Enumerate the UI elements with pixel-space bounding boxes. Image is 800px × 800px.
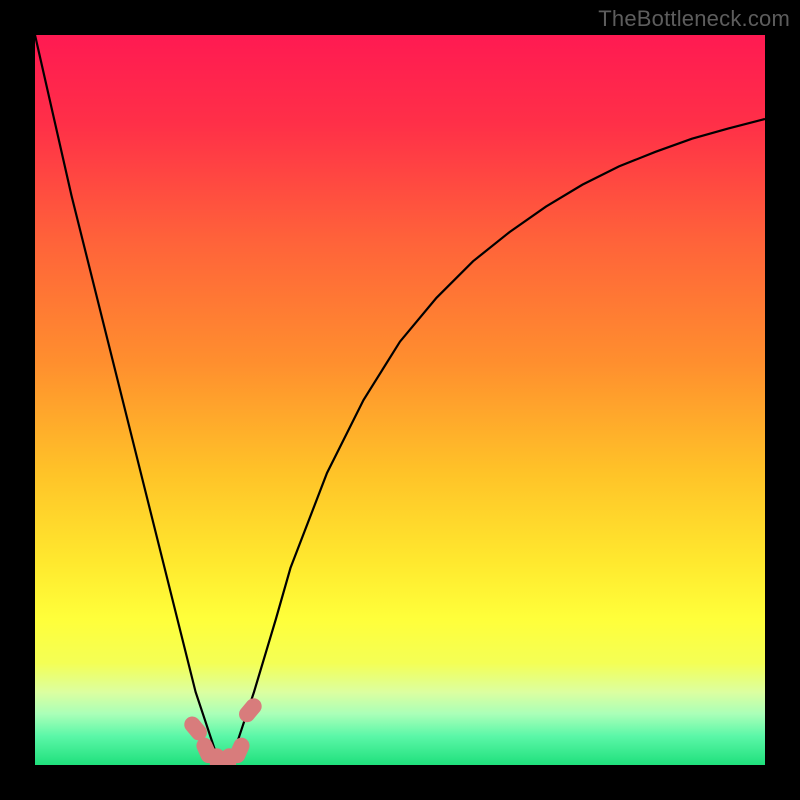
bottleneck-chart <box>35 35 765 765</box>
gradient-background <box>35 35 765 765</box>
chart-frame: TheBottleneck.com <box>0 0 800 800</box>
watermark-label: TheBottleneck.com <box>598 6 790 32</box>
